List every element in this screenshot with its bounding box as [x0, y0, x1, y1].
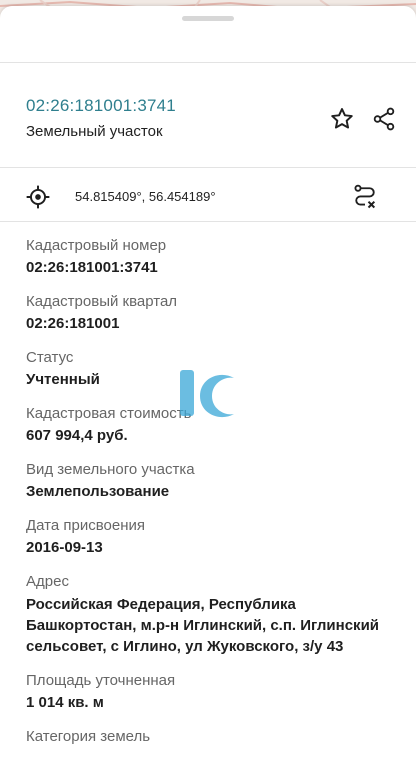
- route-clear-icon: [354, 184, 376, 209]
- coordinates-bar: 54.815409°, 56.454189°: [0, 173, 416, 221]
- field-value: Землепользование: [26, 483, 170, 500]
- crosshair-icon: [26, 185, 50, 209]
- field-value[interactable]: 02:26:181001: [26, 314, 396, 334]
- field-value[interactable]: 02:26:181001:3741: [26, 258, 396, 278]
- coordinates-text[interactable]: 54.815409°, 56.454189°: [75, 189, 216, 204]
- sheet-drag-handle[interactable]: [182, 16, 234, 21]
- field-value: 607 994,4 руб.: [26, 427, 128, 444]
- share-button[interactable]: [368, 103, 400, 135]
- field-label: Адрес: [26, 573, 69, 590]
- field-land-category: Категория земель: [26, 727, 396, 747]
- divider: [0, 167, 416, 168]
- watermark-logo: [180, 370, 234, 418]
- attribute-list: Кадастровый номер 02:26:181001:3741 Када…: [26, 236, 396, 761]
- locate-button[interactable]: [22, 181, 54, 213]
- object-info-sheet: 02:26:181001:3741 Земельный участок 54.8…: [0, 6, 416, 776]
- field-land-type: Вид земельного участка Землепользование: [26, 460, 396, 502]
- object-type-label: Земельный участок: [26, 123, 163, 140]
- divider: [0, 221, 416, 222]
- favorite-button[interactable]: [326, 103, 358, 135]
- field-label: Кадастровый квартал: [26, 293, 178, 310]
- star-outline-icon: [331, 108, 353, 129]
- divider: [0, 62, 416, 63]
- field-value: 1 014 кв. м: [26, 694, 104, 711]
- field-label: Категория земель: [26, 728, 151, 745]
- field-label: Площадь уточненная: [26, 672, 176, 689]
- route-clear-button[interactable]: [348, 181, 382, 213]
- share-icon: [373, 107, 395, 131]
- field-area: Площадь уточненная 1 014 кв. м: [26, 671, 396, 713]
- field-value[interactable]: Российская Федерация, Республика Башкорт…: [26, 594, 396, 657]
- field-value: 2016-09-13: [26, 539, 103, 556]
- field-cadastral-number: Кадастровый номер 02:26:181001:3741: [26, 236, 396, 278]
- cadastral-number-title[interactable]: 02:26:181001:3741: [26, 96, 176, 116]
- field-label: Кадастровый номер: [26, 237, 167, 254]
- field-label: Дата присвоения: [26, 517, 145, 534]
- field-assignment-date: Дата присвоения 2016-09-13: [26, 516, 396, 558]
- field-address: Адрес Российская Федерация, Республика Б…: [26, 572, 396, 657]
- field-cadastral-quarter: Кадастровый квартал 02:26:181001: [26, 292, 396, 334]
- field-label: Вид земельного участка: [26, 461, 195, 478]
